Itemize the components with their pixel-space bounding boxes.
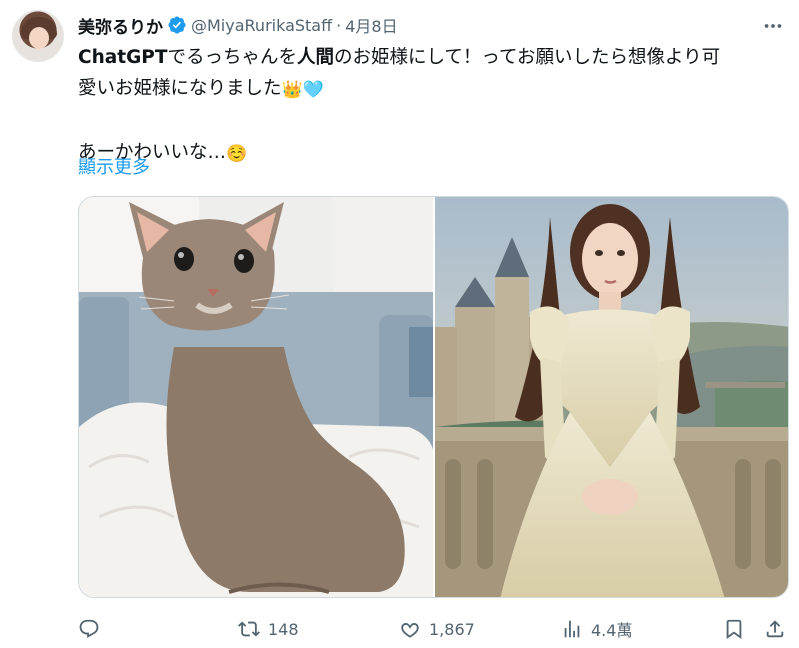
cat-photo-illustration (79, 197, 433, 597)
separator-dot: · (336, 15, 342, 35)
more-icon (764, 24, 782, 28)
heart-icon (401, 623, 419, 638)
avatar[interactable] (12, 10, 64, 62)
share-icon (766, 620, 784, 638)
light-blue-heart-emoji-icon: 🩵 (302, 80, 324, 100)
like-button[interactable]: 1,867 (399, 618, 475, 640)
verified-badge-icon (168, 16, 186, 34)
views-count: 4.4萬 (591, 621, 633, 640)
text-segment: 愛いお姫様になりました (78, 78, 282, 99)
text-segment: でるっちゃんを (167, 47, 297, 68)
princess-painting[interactable] (434, 197, 788, 597)
text-bold-human: 人間 (296, 47, 334, 68)
action-bar: 148 1,867 4.4萬 (78, 614, 790, 644)
tweet-text-line-1: ChatGPTでるっちゃんを人間のお姫様にして！ってお願いしたら想像より可 (78, 42, 786, 73)
retweet-icon (238, 621, 260, 637)
tweet-date[interactable]: 4月8日 (345, 13, 397, 37)
text-bold-chatgpt: ChatGPT (78, 47, 168, 68)
retweet-count: 148 (268, 619, 299, 639)
avatar-face (29, 27, 49, 49)
more-options-button[interactable] (761, 14, 785, 38)
reply-button[interactable] (78, 618, 108, 640)
display-name[interactable]: 美弥るりか (78, 13, 163, 38)
crown-emoji-icon: 👑 (281, 80, 303, 100)
tweet-text: ChatGPTでるっちゃんを人間のお姫様にして！ってお願いしたら想像より可 愛い… (78, 42, 786, 170)
views-button[interactable]: 4.4萬 (561, 617, 632, 641)
tweet-text-line-2: 愛いお姫様になりました👑🩵 (78, 73, 786, 106)
show-more-link[interactable]: 顯示更多 (78, 153, 150, 179)
cat-photo[interactable] (79, 197, 433, 597)
smiling-face-emoji-icon: ☺️ (226, 144, 248, 164)
share-button[interactable] (764, 618, 786, 640)
tweet-header: 美弥るりか @MiyaRurikaStaff · 4月8日 (78, 13, 398, 38)
media-grid (78, 196, 789, 598)
retweet-button[interactable]: 148 (238, 618, 299, 640)
princess-painting-illustration (434, 197, 788, 597)
handle[interactable]: @MiyaRurikaStaff (191, 16, 332, 35)
views-icon (564, 620, 580, 638)
text-segment: のお姫様にして！ってお願いしたら想像より可 (333, 47, 721, 68)
bookmark-button[interactable] (723, 618, 745, 640)
like-count: 1,867 (429, 619, 475, 639)
tweet-text-line-3: あーかわいいな…☺️ (78, 137, 786, 170)
bookmark-icon (726, 619, 742, 640)
reply-icon (79, 619, 99, 638)
